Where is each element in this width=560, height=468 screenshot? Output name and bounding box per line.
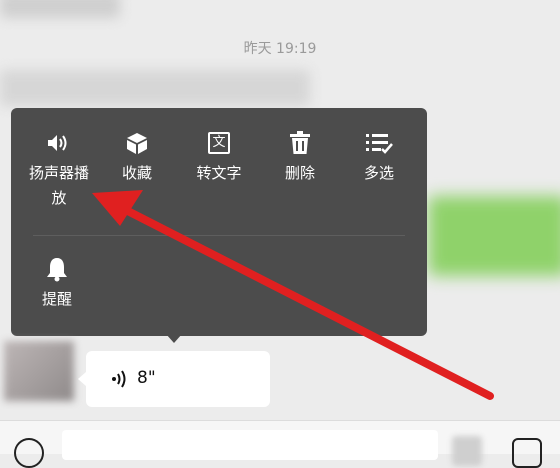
- annotation-arrow: [92, 190, 494, 400]
